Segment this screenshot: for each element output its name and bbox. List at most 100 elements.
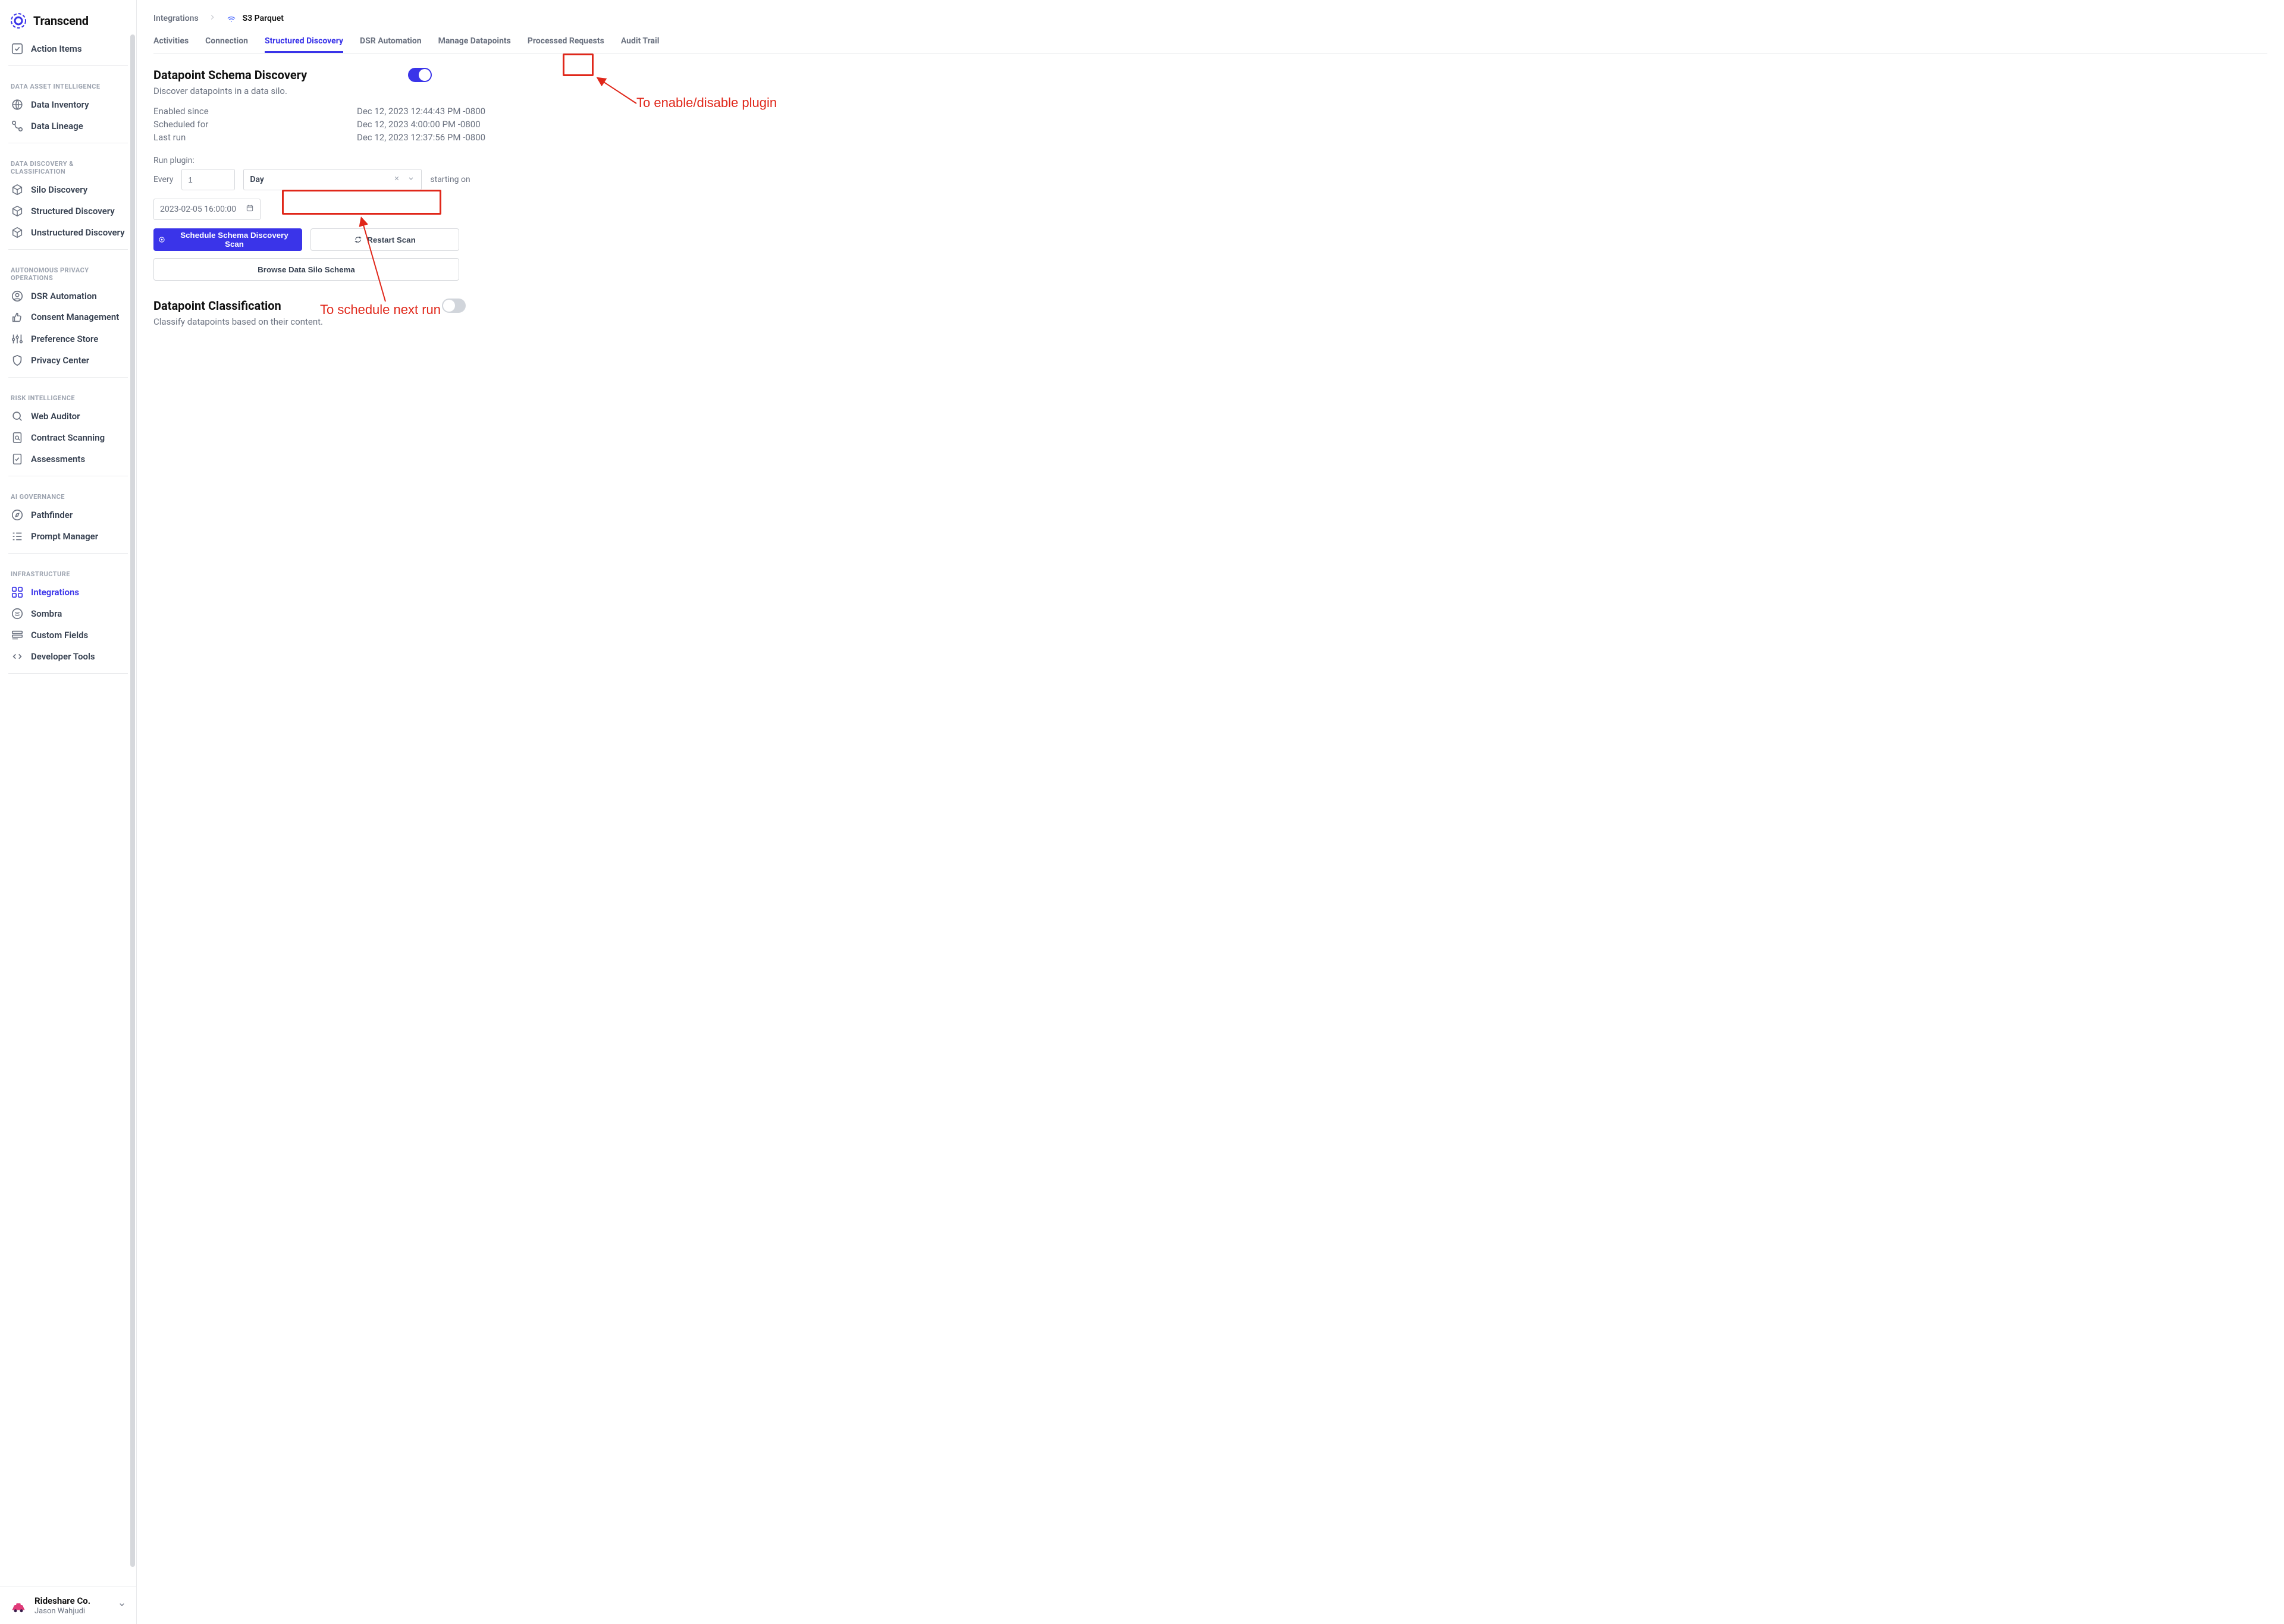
tab-activities[interactable]: Activities: [153, 31, 189, 53]
breadcrumb-current: S3 Parquet: [243, 14, 284, 23]
sidebar-item-data-lineage[interactable]: Data Lineage: [7, 115, 129, 137]
cube-icon: [11, 183, 24, 196]
sidebar-item-label: Integrations: [31, 587, 79, 598]
code-icon: [11, 650, 24, 663]
sidebar-item-contract-scanning[interactable]: Contract Scanning: [7, 427, 129, 448]
sidebar-item-label: Assessments: [31, 454, 85, 464]
annotation-arrow-schedule: [356, 215, 403, 304]
thumbs-up-icon: [11, 311, 24, 324]
sidebar-item-silo-discovery[interactable]: Silo Discovery: [7, 179, 129, 200]
sidebar-item-assessments[interactable]: Assessments: [7, 448, 129, 470]
button-label: Schedule Schema Discovery Scan: [171, 231, 298, 249]
tab-structured-discovery[interactable]: Structured Discovery: [265, 31, 343, 53]
sidebar-item-developer-tools[interactable]: Developer Tools: [7, 646, 129, 667]
org-switcher[interactable]: Rideshare Co. Jason Wahjudi: [0, 1587, 136, 1624]
sidebar-item-label: Prompt Manager: [31, 531, 98, 542]
sidebar-group-header: DATA ASSET INTELLIGENCE: [7, 72, 129, 94]
lineage-icon: [11, 120, 24, 133]
sidebar-item-label: Structured Discovery: [31, 206, 115, 216]
sidebar-divider: [8, 249, 128, 250]
sidebar-divider: [8, 65, 128, 66]
cube-icon: [11, 205, 24, 218]
enabled-since-label: Enabled since: [153, 106, 350, 117]
tab-dsr-automation[interactable]: DSR Automation: [360, 31, 422, 53]
round-user-icon: [11, 290, 24, 303]
scheduled-for-label: Scheduled for: [153, 119, 350, 130]
browse-data-silo-schema-button[interactable]: Browse Data Silo Schema: [153, 258, 459, 281]
sidebar-item-label: Unstructured Discovery: [31, 227, 125, 238]
sidebar-item-label: Pathfinder: [31, 510, 73, 520]
last-run-value: Dec 12, 2023 12:37:56 PM -0800: [357, 132, 485, 143]
sidebar-group-header: DATA DISCOVERY & CLASSIFICATION: [7, 149, 129, 179]
sidebar-divider: [8, 553, 128, 554]
brand-logo[interactable]: Transcend: [7, 10, 129, 38]
datapoint-classification-section: Datapoint Classification Classify datapo…: [153, 299, 784, 327]
section-title: Datapoint Classification: [153, 299, 323, 313]
sidebar-item-preference-store[interactable]: Preference Store: [7, 328, 129, 350]
sidebar-item-label: Sombra: [31, 608, 62, 619]
breadcrumb-root[interactable]: Integrations: [153, 14, 199, 23]
run-plugin-label: Run plugin:: [153, 156, 784, 165]
doc-check-icon: [11, 453, 24, 466]
sidebar-item-label: DSR Automation: [31, 291, 97, 301]
schema-discovery-section: Datapoint Schema Discovery Discover data…: [153, 68, 784, 281]
grid-icon: [11, 586, 24, 599]
sidebar-item-pathfinder[interactable]: Pathfinder: [7, 504, 129, 526]
breadcrumb: Integrations S3 Parquet: [153, 11, 2267, 31]
sidebar-item-data-inventory[interactable]: Data Inventory: [7, 94, 129, 115]
sidebar-item-privacy-center[interactable]: Privacy Center: [7, 350, 129, 371]
sidebar-item-label: Action Items: [31, 43, 82, 54]
integration-logo-icon: [226, 13, 237, 24]
classification-toggle[interactable]: [442, 299, 466, 313]
schema-discovery-toggle[interactable]: [408, 68, 432, 82]
brand-name: Transcend: [33, 14, 89, 28]
sidebar-item-label: Data Inventory: [31, 99, 89, 110]
sidebar-item-prompt-manager[interactable]: Prompt Manager: [7, 526, 129, 547]
sidebar-item-integrations[interactable]: Integrations: [7, 582, 129, 603]
sidebar-item-label: Contract Scanning: [31, 432, 105, 443]
org-user: Jason Wahjudi: [34, 1607, 90, 1616]
sidebar-item-action-items[interactable]: Action Items: [7, 38, 129, 59]
sidebar-item-structured-discovery[interactable]: Structured Discovery: [7, 200, 129, 222]
sidebar-group-header: INFRASTRUCTURE: [7, 560, 129, 582]
start-datetime-input[interactable]: 2023-02-05 16:00:00: [153, 199, 261, 220]
last-run-label: Last run: [153, 132, 350, 143]
sidebar-group-header: AI GOVERNANCE: [7, 482, 129, 504]
sidebar-item-consent-management[interactable]: Consent Management: [7, 307, 129, 328]
button-label: Browse Data Silo Schema: [258, 265, 355, 274]
tab-audit-trail[interactable]: Audit Trail: [621, 31, 660, 53]
target-icon: [158, 235, 166, 244]
org-avatar-icon: [10, 1597, 27, 1614]
sidebar-item-label: Web Auditor: [31, 411, 80, 422]
sidebar-item-dsr-automation[interactable]: DSR Automation: [7, 285, 129, 307]
sidebar-item-label: Consent Management: [31, 312, 119, 322]
sidebar-item-label: Preference Store: [31, 334, 98, 344]
brand-mark-icon: [10, 12, 27, 30]
scheduled-for-value: Dec 12, 2023 4:00:00 PM -0800: [357, 119, 485, 130]
doc-search-icon: [11, 431, 24, 444]
sidebar-item-sombra[interactable]: Sombra: [7, 603, 129, 624]
sidebar-item-label: Data Lineage: [31, 121, 83, 131]
scrollbar[interactable]: [130, 34, 135, 1567]
shield-icon: [11, 354, 24, 367]
sombra-icon: [11, 607, 24, 620]
sidebar-item-unstructured-discovery[interactable]: Unstructured Discovery: [7, 222, 129, 243]
interval-unit-value: Day: [250, 175, 264, 184]
clear-icon[interactable]: [393, 174, 401, 185]
section-title: Datapoint Schema Discovery: [153, 68, 307, 82]
tab-processed-requests[interactable]: Processed Requests: [528, 31, 604, 53]
tab-manage-datapoints[interactable]: Manage Datapoints: [438, 31, 511, 53]
sidebar-item-web-auditor[interactable]: Web Auditor: [7, 406, 129, 427]
schedule-schema-discovery-scan-button[interactable]: Schedule Schema Discovery Scan: [153, 228, 302, 251]
sidebar-divider: [8, 673, 128, 674]
sliders-icon: [11, 332, 24, 345]
sidebar-item-custom-fields[interactable]: Custom Fields: [7, 624, 129, 646]
fields-icon: [11, 629, 24, 642]
sidebar-divider: [8, 377, 128, 378]
interval-unit-select[interactable]: Day: [243, 169, 422, 190]
sidebar-group-header: AUTONOMOUS PRIVACY OPERATIONS: [7, 256, 129, 285]
tab-connection[interactable]: Connection: [205, 31, 248, 53]
calendar-icon: [246, 204, 254, 215]
sidebar-item-label: Developer Tools: [31, 651, 95, 662]
interval-input[interactable]: [181, 169, 235, 190]
